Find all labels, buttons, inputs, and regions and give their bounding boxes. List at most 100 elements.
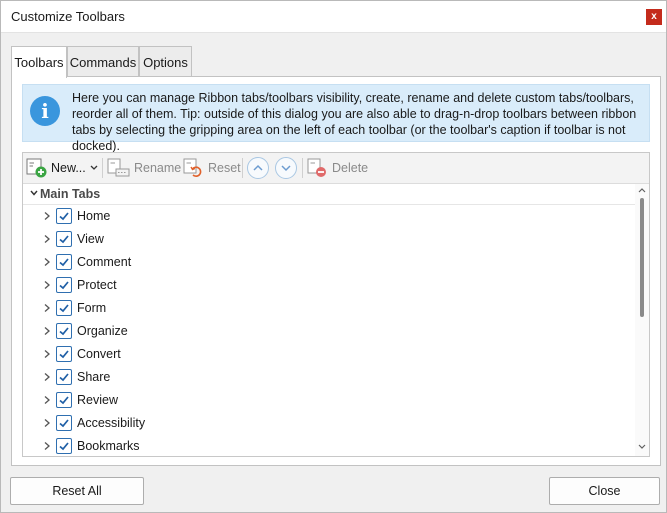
tree-item-checkbox[interactable] bbox=[56, 369, 72, 385]
tree-item-label: Convert bbox=[77, 347, 121, 361]
tree-item-label: Home bbox=[77, 209, 111, 223]
rename-icon bbox=[107, 158, 130, 177]
tree-item-checkbox[interactable] bbox=[56, 231, 72, 247]
chevron-right-icon[interactable] bbox=[43, 303, 51, 313]
checkmark-icon bbox=[59, 327, 69, 336]
close-icon: x bbox=[651, 11, 657, 22]
tree-group-label: Main Tabs bbox=[40, 187, 101, 201]
checkmark-icon bbox=[59, 235, 69, 244]
chevron-right-icon[interactable] bbox=[43, 280, 51, 290]
tree-item-checkbox[interactable] bbox=[56, 208, 72, 224]
chevron-right-icon[interactable] bbox=[43, 395, 51, 405]
tabs-tree: Main Tabs Home View Comment Protect Form Orga… bbox=[23, 184, 635, 456]
reset-button-label: Reset bbox=[208, 161, 241, 175]
checkmark-icon bbox=[59, 396, 69, 405]
chevron-right-icon[interactable] bbox=[43, 418, 51, 428]
tree-item-label: View bbox=[77, 232, 104, 246]
new-toolbar-icon bbox=[26, 158, 47, 178]
title-bar: Customize Toolbars x bbox=[1, 1, 666, 33]
toolbar-separator bbox=[242, 158, 243, 178]
tree-item-label: Bookmarks bbox=[77, 439, 140, 453]
checkmark-icon bbox=[59, 442, 69, 451]
toolbar-separator bbox=[302, 158, 303, 178]
tree-item-checkbox[interactable] bbox=[56, 254, 72, 270]
chevron-right-icon[interactable] bbox=[43, 349, 51, 359]
scroll-down-arrow-icon[interactable] bbox=[638, 444, 646, 450]
customize-toolbars-dialog: Customize Toolbars x Toolbars Commands O… bbox=[0, 0, 667, 513]
tree-item-label: Organize bbox=[77, 324, 128, 338]
chevron-right-icon[interactable] bbox=[43, 234, 51, 244]
tree-item-label: Share bbox=[77, 370, 111, 384]
tree-item[interactable]: Bookmarks bbox=[23, 435, 635, 456]
new-button-label: New... bbox=[51, 161, 86, 175]
info-box: i Here you can manage Ribbon tabs/toolba… bbox=[22, 84, 650, 153]
scroll-up-arrow-icon[interactable] bbox=[638, 187, 646, 193]
tree-item[interactable]: Form bbox=[23, 297, 635, 320]
tab-options[interactable]: Options bbox=[139, 46, 192, 77]
tree-item-checkbox[interactable] bbox=[56, 415, 72, 431]
toolbars-panel: i Here you can manage Ribbon tabs/toolba… bbox=[11, 76, 661, 466]
close-label: Close bbox=[588, 484, 621, 498]
tree-item[interactable]: Convert bbox=[23, 343, 635, 366]
tree-item-checkbox[interactable] bbox=[56, 392, 72, 408]
close-button[interactable]: Close bbox=[549, 477, 660, 505]
reset-all-button[interactable]: Reset All bbox=[10, 477, 144, 505]
chevron-right-icon[interactable] bbox=[43, 441, 51, 451]
tab-commands-label: Commands bbox=[69, 55, 137, 70]
tree-item-checkbox[interactable] bbox=[56, 277, 72, 293]
checkmark-icon bbox=[59, 373, 69, 382]
tree-item[interactable]: View bbox=[23, 228, 635, 251]
tree-item-label: Form bbox=[77, 301, 107, 315]
delete-icon bbox=[307, 158, 326, 177]
reset-icon bbox=[183, 158, 202, 178]
delete-button[interactable]: Delete bbox=[307, 157, 368, 179]
checkmark-icon bbox=[59, 350, 69, 359]
window-title: Customize Toolbars bbox=[11, 9, 125, 24]
tree-item-checkbox[interactable] bbox=[56, 300, 72, 316]
tab-toolbars[interactable]: Toolbars bbox=[11, 46, 67, 78]
tree-group-main-tabs[interactable]: Main Tabs bbox=[23, 184, 635, 205]
vertical-scrollbar[interactable] bbox=[635, 184, 649, 456]
chevron-down-icon bbox=[281, 165, 291, 172]
toolbar-separator bbox=[102, 158, 103, 178]
chevron-down-icon[interactable] bbox=[29, 188, 39, 198]
tree-item[interactable]: Accessibility bbox=[23, 412, 635, 435]
chevron-right-icon[interactable] bbox=[43, 372, 51, 382]
tree-item-label: Accessibility bbox=[77, 416, 146, 430]
tab-commands[interactable]: Commands bbox=[67, 46, 139, 77]
chevron-right-icon[interactable] bbox=[43, 257, 51, 267]
tree-item[interactable]: Share bbox=[23, 366, 635, 389]
move-up-button[interactable] bbox=[247, 157, 269, 179]
tree-item[interactable]: Home bbox=[23, 205, 635, 228]
tree-item-label: Comment bbox=[77, 255, 132, 269]
checkmark-icon bbox=[59, 212, 69, 221]
scrollbar-thumb[interactable] bbox=[640, 198, 644, 317]
move-down-button[interactable] bbox=[275, 157, 297, 179]
chevron-up-icon bbox=[253, 164, 263, 171]
tree-item[interactable]: Comment bbox=[23, 251, 635, 274]
checkmark-icon bbox=[59, 258, 69, 267]
rename-button[interactable]: Rename bbox=[107, 157, 181, 179]
tree-item-checkbox[interactable] bbox=[56, 323, 72, 339]
chevron-down-icon bbox=[90, 165, 98, 170]
reset-button[interactable]: Reset bbox=[183, 157, 241, 179]
new-button[interactable]: New... bbox=[26, 157, 99, 179]
tree-item-checkbox[interactable] bbox=[56, 438, 72, 454]
reset-all-label: Reset All bbox=[52, 484, 102, 498]
tree-item-label: Review bbox=[77, 393, 118, 407]
tree-item-label: Protect bbox=[77, 278, 117, 292]
chevron-right-icon[interactable] bbox=[43, 211, 51, 221]
tree-item-checkbox[interactable] bbox=[56, 346, 72, 362]
tab-toolbars-label: Toolbars bbox=[14, 55, 64, 70]
info-icon: i bbox=[30, 96, 60, 126]
tree-item[interactable]: Organize bbox=[23, 320, 635, 343]
checkmark-icon bbox=[59, 304, 69, 313]
tree-item[interactable]: Protect bbox=[23, 274, 635, 297]
rename-button-label: Rename bbox=[134, 161, 182, 175]
checkmark-icon bbox=[59, 281, 69, 290]
tree-toolbar: New... Rename Reset Delete bbox=[23, 153, 649, 184]
chevron-right-icon[interactable] bbox=[43, 326, 51, 336]
tabs-tree-frame: New... Rename Reset Delete Main Tabs Hom… bbox=[22, 152, 650, 457]
close-window-button[interactable]: x bbox=[646, 9, 662, 25]
tree-item[interactable]: Review bbox=[23, 389, 635, 412]
